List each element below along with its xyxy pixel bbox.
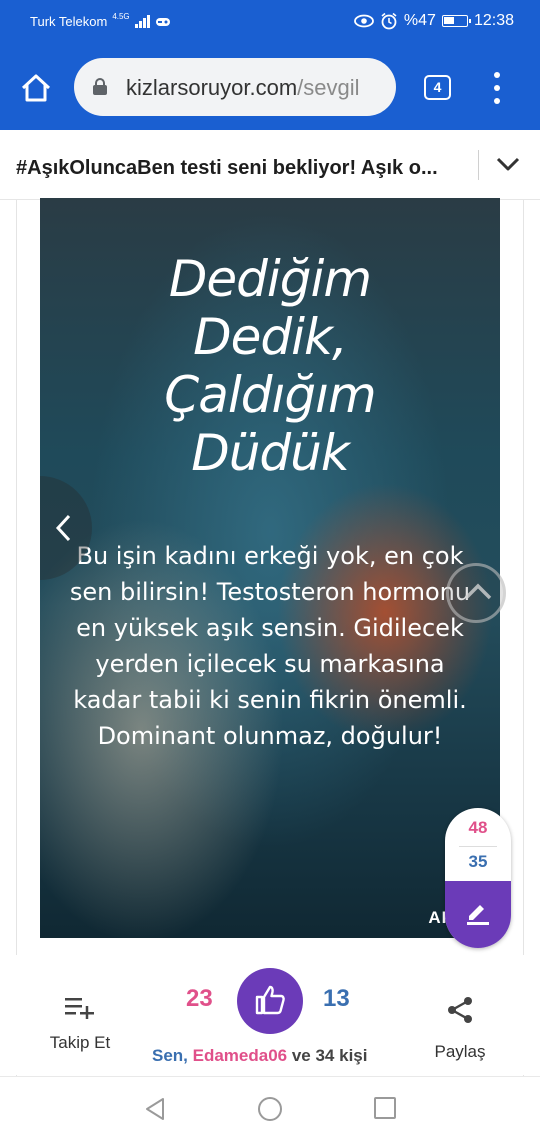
status-bar: Turk Telekom 4.5G %47 12:38: [0, 0, 540, 46]
dislike-count: 13: [323, 985, 350, 1012]
playlist-add-icon: [65, 998, 94, 1019]
likers-prefix: Sen,: [152, 1046, 193, 1065]
like-button[interactable]: [237, 968, 303, 1034]
home-nav-icon[interactable]: [258, 1097, 282, 1121]
game-mode-icon: [155, 17, 170, 26]
likers-suffix: ve 34 kişi: [287, 1046, 368, 1065]
system-navigation-bar: [0, 1076, 540, 1140]
follow-button[interactable]: Takip Et: [44, 995, 116, 1053]
share-icon: [448, 997, 472, 1023]
follow-label: Takip Et: [49, 1033, 111, 1052]
chevron-down-icon[interactable]: [496, 155, 520, 173]
likers-summary[interactable]: Sen, Edameda06 ve 34 kişi: [152, 1046, 367, 1066]
liker-name[interactable]: Edameda06: [193, 1046, 288, 1065]
url-path: /sevgil: [297, 75, 360, 100]
pencil-icon: [467, 905, 489, 925]
eye-comfort-icon: [354, 14, 374, 28]
battery-icon: [441, 15, 471, 27]
chevron-up-icon: [464, 583, 492, 600]
hero-title: Dediğim Dedik, Çaldığım Düdük: [40, 250, 500, 482]
vote-count-blue: 35: [468, 852, 488, 871]
clock: 12:38: [473, 12, 514, 29]
hero-title-line: Dediğim: [168, 250, 372, 308]
browser-menu-button[interactable]: [490, 72, 504, 104]
write-answer-button[interactable]: [445, 881, 511, 948]
status-right: %47 12:38: [354, 12, 514, 30]
battery-percent: %47: [403, 12, 436, 29]
share-label: Paylaş: [434, 1042, 486, 1061]
hero-title-line: Düdük: [191, 424, 350, 482]
recent-apps-icon[interactable]: [374, 1097, 396, 1119]
article-title-bar: #AşıkOluncaBen testi seni bekliyor! Aşık…: [0, 130, 540, 200]
home-icon: [21, 74, 51, 102]
alarm-icon: [381, 12, 397, 30]
vote-divider: [459, 846, 497, 847]
scroll-to-top-button[interactable]: [446, 563, 506, 623]
hero-title-line: Çaldığım: [164, 366, 376, 424]
hero-image: Dediğim Dedik, Çaldığım Düdük Bu işin ka…: [40, 198, 500, 938]
url-host: kizlarsoruyor.com: [126, 75, 298, 100]
address-bar[interactable]: kizlarsoruyor.com/sevgil: [74, 58, 396, 116]
hero-title-line: Dedik,: [193, 308, 348, 366]
tab-switcher-button[interactable]: 4: [424, 75, 451, 100]
back-icon[interactable]: [144, 1097, 166, 1121]
hero-body-text: Bu işin kadını erkeği yok, en çok sen bi…: [69, 542, 471, 750]
chevron-left-icon: [55, 514, 71, 542]
url-text: kizlarsoruyor.com/sevgil: [126, 75, 360, 101]
network-type: 4.5G: [112, 12, 130, 21]
title-divider: [478, 150, 479, 180]
action-bar: Takip Et 23 13 Sen, Edameda06 ve 34 kişi…: [16, 955, 524, 1075]
thumbs-up-icon: [255, 985, 285, 1015]
vote-widget[interactable]: 48 35: [445, 808, 511, 948]
lock-icon: [93, 78, 107, 95]
signal-icon: [134, 15, 150, 28]
status-left: Turk Telekom 4.5G: [30, 12, 171, 29]
vote-count-pink: 48: [468, 818, 488, 837]
page-title: #AşıkOluncaBen testi seni bekliyor! Aşık…: [16, 157, 438, 179]
home-button[interactable]: [18, 70, 54, 106]
carrier-label: Turk Telekom: [30, 14, 108, 29]
share-button[interactable]: Paylaş: [426, 995, 494, 1062]
like-count: 23: [186, 985, 213, 1012]
browser-toolbar: kizlarsoruyor.com/sevgil 4: [0, 46, 540, 130]
